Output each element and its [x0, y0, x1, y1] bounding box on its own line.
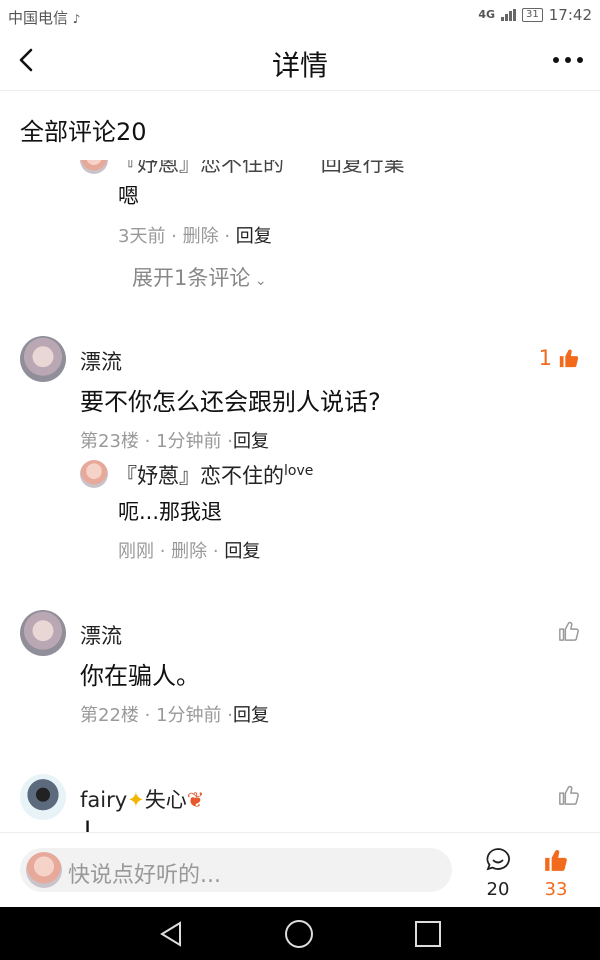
sparkle-icon: ✦	[127, 788, 145, 812]
comment-author[interactable]: 漂流	[80, 620, 122, 650]
comment-input-bar: 快说点好听的... 20 33	[0, 832, 600, 908]
comment-text: 要不你怎么还会跟别人说话?	[80, 388, 381, 416]
comment-text: L	[84, 816, 98, 832]
comment-input[interactable]: 快说点好听的...	[20, 848, 452, 892]
home-circle-icon[interactable]	[284, 919, 314, 949]
reply-text: 嗯	[118, 184, 139, 208]
tulip-icon: ❦	[186, 788, 205, 812]
avatar	[26, 852, 62, 888]
more-button[interactable]	[548, 44, 588, 76]
reply-link[interactable]: 回复	[233, 705, 269, 726]
avatar[interactable]	[80, 460, 108, 488]
thumbs-up-outline-icon	[559, 785, 579, 805]
chevron-down-icon: ⌄	[250, 273, 267, 289]
reply-link[interactable]: 回复	[236, 226, 272, 247]
delete-link[interactable]: 删除	[183, 226, 219, 247]
like-count: 33	[544, 879, 568, 900]
comment-meta: 第23楼 · 1分钟前 ·回复	[80, 431, 269, 452]
like-button[interactable]	[558, 784, 580, 806]
comment-text: 你在骗人。	[80, 662, 200, 690]
delete-link[interactable]: 删除	[171, 541, 207, 562]
avatar[interactable]	[20, 774, 66, 820]
signal-icon	[501, 9, 517, 21]
comment-author[interactable]: 漂流	[80, 346, 122, 376]
comment-meta: 第22楼 · 1分钟前 ·回复	[80, 705, 269, 726]
music-icon: ♪	[72, 12, 81, 26]
reply-link[interactable]: 回复	[233, 431, 269, 452]
reply-text: 呃...那我退	[118, 500, 223, 524]
comment-count: 20	[486, 879, 510, 900]
reply-meta: 3天前 · 删除 · 回复	[118, 226, 272, 247]
clock: 17:42	[548, 6, 592, 24]
avatar[interactable]	[80, 160, 108, 174]
more-icon	[553, 57, 583, 63]
expand-replies-link[interactable]: 展开1条评论 ⌄	[132, 262, 267, 292]
top-nav: 详情	[0, 32, 600, 91]
battery-icon: 31	[522, 8, 543, 22]
thumbs-up-icon	[545, 850, 567, 871]
avatar[interactable]	[20, 610, 66, 656]
avatar[interactable]	[20, 336, 66, 382]
like-post-button[interactable]: 33	[531, 847, 581, 900]
thumbs-up-outline-icon	[559, 621, 579, 641]
network-label: 4G	[478, 8, 496, 21]
page-title: 详情	[271, 49, 328, 82]
section-title: 全部评论20	[20, 118, 147, 146]
carrier-label: 中国电信 ♪	[8, 9, 81, 27]
comments-button[interactable]: 20	[473, 847, 523, 900]
reply-meta: 刚刚 · 删除 · 回复	[118, 541, 261, 562]
comment-list[interactable]: 『妤蒽』恋不住的 回复行業 嗯 3天前 · 删除 · 回复 展开1条评论 ⌄ 漂…	[0, 160, 600, 832]
like-button[interactable]	[558, 620, 580, 642]
system-nav-bar	[0, 907, 600, 960]
back-triangle-icon[interactable]	[156, 919, 186, 949]
reply-author[interactable]: 『妤蒽』恋不住的love	[116, 460, 313, 490]
comment-bubble-icon	[486, 848, 510, 871]
reply-link[interactable]: 回复	[224, 541, 260, 562]
recent-apps-icon[interactable]	[413, 919, 443, 949]
thumbs-up-icon	[559, 349, 579, 368]
reply-author[interactable]: 『妤蒽』恋不住的 回复行業	[116, 160, 405, 178]
like-count: 1	[538, 346, 552, 370]
like-button[interactable]: 1	[539, 346, 580, 370]
input-placeholder: 快说点好听的...	[68, 863, 221, 888]
status-bar: 中国电信 ♪ 4G 31 17:42	[0, 0, 600, 32]
comment-author[interactable]: fairy✦失心❦	[80, 784, 204, 814]
